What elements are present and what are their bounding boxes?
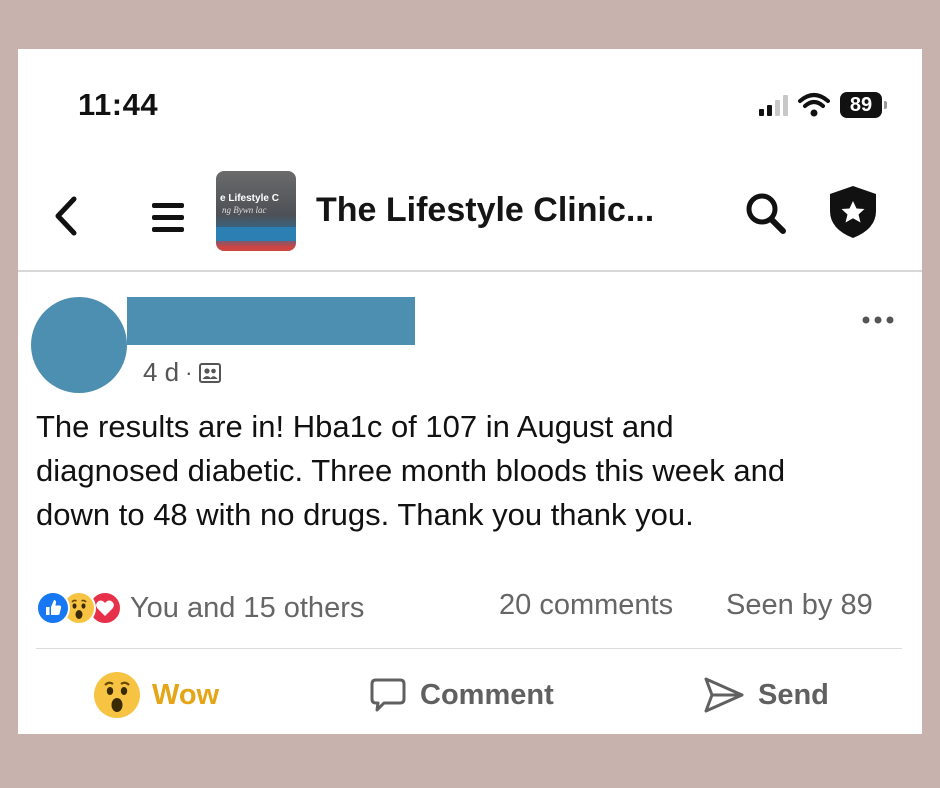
- status-time: 11:44: [78, 87, 159, 122]
- reactions-label: You and 15 others: [130, 591, 365, 624]
- group-nav-bar: e Lifestyle C ng Bywn lac The Lifestyle …: [18, 169, 922, 271]
- avatar[interactable]: [31, 297, 127, 393]
- comment-button[interactable]: Comment: [368, 671, 554, 719]
- send-label: Send: [758, 678, 829, 711]
- post-body: The results are in! Hba1c of 107 in Augu…: [36, 405, 906, 537]
- thumbnail-text-top: e Lifestyle C: [220, 193, 279, 204]
- post-time[interactable]: 4 d: [143, 357, 179, 388]
- thumbnail-text-bottom: ng Bywn lac: [222, 205, 267, 215]
- comment-label: Comment: [420, 678, 554, 711]
- comments-count[interactable]: 20 comments: [499, 589, 673, 622]
- meta-separator: ·: [185, 359, 193, 385]
- group-members-icon: [199, 362, 222, 383]
- redacted-author-name[interactable]: [127, 297, 415, 345]
- wifi-icon: [798, 93, 830, 117]
- shield-star-icon[interactable]: [826, 183, 880, 241]
- send-button[interactable]: Send: [702, 671, 829, 719]
- post-line: The results are in! Hba1c of 107 in Augu…: [36, 409, 674, 444]
- status-indicators: 89: [759, 89, 887, 121]
- battery-indicator: 89: [840, 92, 887, 118]
- back-chevron-icon[interactable]: [48, 191, 84, 241]
- more-icon[interactable]: [858, 311, 898, 329]
- actions-divider: [36, 648, 902, 649]
- group-title[interactable]: The Lifestyle Clinic...: [316, 191, 654, 230]
- post-line: diagnosed diabetic. Three month bloods t…: [36, 453, 786, 488]
- post-line: down to 48 with no drugs. Thank you than…: [36, 497, 694, 532]
- comment-icon: [370, 678, 406, 712]
- like-reaction-icon: [36, 591, 70, 625]
- wow-label: Wow: [152, 678, 220, 711]
- search-icon[interactable]: [742, 187, 790, 239]
- send-icon: [704, 677, 744, 713]
- nav-divider: [18, 270, 922, 272]
- reactions-summary[interactable]: You and 15 others: [36, 589, 364, 627]
- wow-reaction-icon: [94, 672, 140, 718]
- post-meta: 4 d ·: [143, 357, 222, 388]
- cellular-signal-icon: [759, 94, 788, 116]
- phone-screen: 11:44 89 e Lifestyle C ng Bywn lac The L…: [18, 49, 922, 734]
- thumbnail-band: [216, 227, 296, 241]
- seen-by-count[interactable]: Seen by 89: [726, 589, 873, 622]
- wow-reaction-button[interactable]: Wow: [94, 671, 219, 719]
- menu-icon[interactable]: [150, 195, 186, 239]
- group-cover-thumbnail[interactable]: e Lifestyle C ng Bywn lac: [216, 171, 296, 251]
